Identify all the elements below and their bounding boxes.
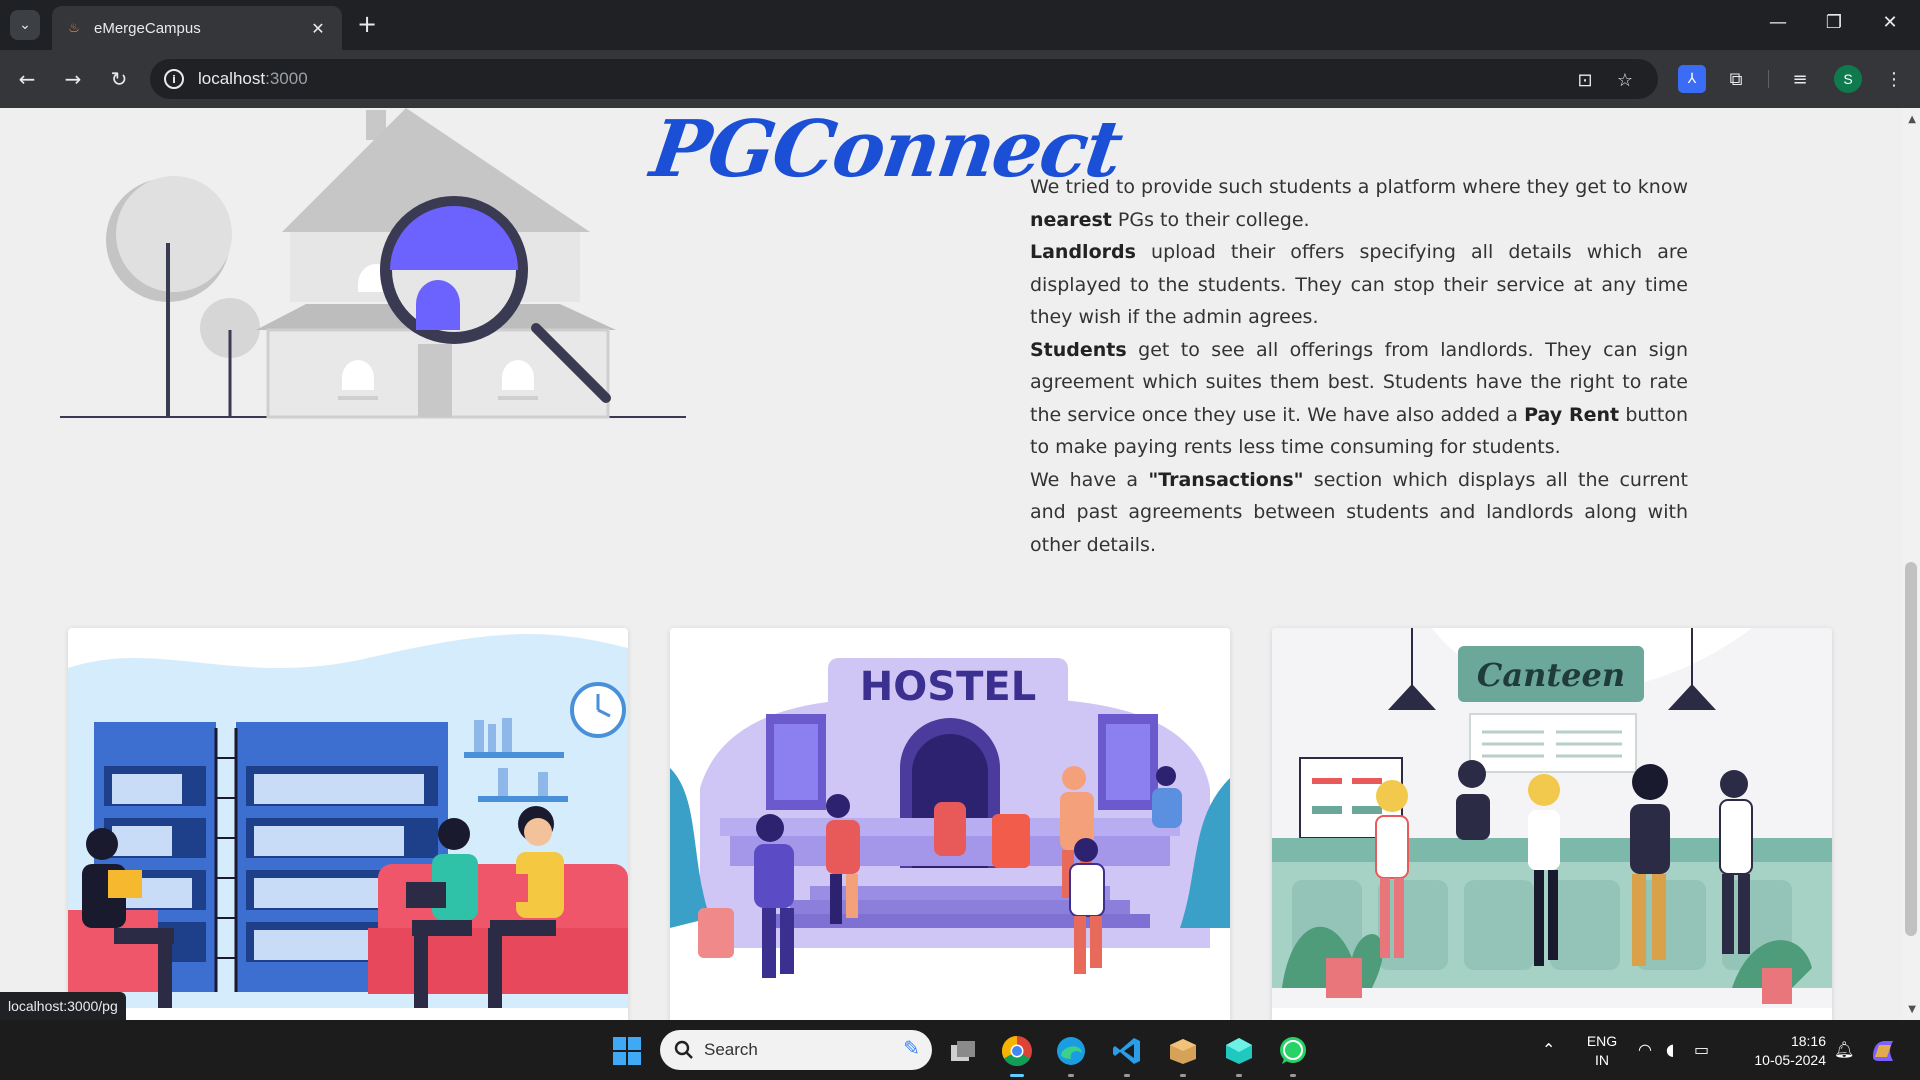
show-hidden-icons-icon[interactable]: ⌃ [1542, 1040, 1555, 1059]
about-p3-bold: Students [1030, 338, 1127, 361]
scroll-up-icon[interactable]: ▲ [1908, 114, 1916, 125]
clock-time: 18:16 [1790, 1033, 1826, 1049]
taskbar-3d-app[interactable] [1220, 1032, 1258, 1077]
scroll-thumb[interactable] [1905, 562, 1917, 936]
back-button[interactable]: ← [12, 64, 42, 94]
volume-icon[interactable]: ◖ [1666, 1040, 1674, 1059]
windows-logo-icon [613, 1037, 641, 1065]
about-p4-bold: "Transactions" [1148, 468, 1304, 491]
page-scrollbar[interactable]: ▲ ▼ [1902, 108, 1920, 1020]
running-indicator [1290, 1074, 1296, 1077]
extensions-puzzle-icon[interactable]: ⧉ [1722, 65, 1750, 93]
bookmark-star-icon[interactable]: ☆ [1614, 69, 1636, 91]
page-viewport: PGConnect We tried to provide such stude… [0, 108, 1920, 1020]
package-icon [1170, 1039, 1196, 1064]
status-url-bubble: localhost:3000/pg [0, 992, 126, 1020]
profile-avatar[interactable]: S [1834, 65, 1862, 93]
forward-button[interactable]: → [58, 64, 88, 94]
whatsapp-icon [1280, 1037, 1306, 1064]
site-info-icon[interactable]: i [164, 69, 184, 89]
about-p1-bold: nearest [1030, 208, 1112, 231]
chrome-icon [1001, 1036, 1032, 1067]
about-p1-b: PGs to their college. [1111, 208, 1310, 231]
copilot-button[interactable] [1864, 1032, 1902, 1070]
about-p2-bold: Landlords [1030, 241, 1136, 263]
tab-strip: ⌄ ♨ eMergeCampus ✕ + — ❐ ✕ [0, 0, 1920, 50]
active-indicator [1010, 1074, 1024, 1077]
running-indicator [1236, 1074, 1242, 1077]
taskbar-vscode[interactable] [1108, 1032, 1146, 1077]
vscode-icon [1113, 1038, 1140, 1064]
cube-icon [1226, 1038, 1252, 1064]
running-indicator [1180, 1074, 1186, 1077]
about-p3-bold2: Pay Rent [1524, 403, 1620, 426]
restore-button[interactable]: ❐ [1820, 12, 1848, 33]
menu-kebab-icon[interactable]: ⋮ [1880, 65, 1908, 93]
language-code: ENG [1586, 1033, 1618, 1049]
taskbar-search-box[interactable]: Search ✎ [660, 1030, 932, 1070]
taskbar-search-label: Search [704, 1040, 758, 1059]
url-port: :3000 [265, 69, 308, 88]
search-highlight-icon: ✎ [903, 1036, 920, 1060]
extension-icon[interactable]: ⅄ [1678, 65, 1706, 93]
taskbar-whatsapp[interactable] [1274, 1032, 1312, 1077]
favicon-icon: ♨ [68, 20, 80, 36]
reload-button[interactable]: ↻ [104, 64, 134, 94]
taskbar-package-app[interactable] [1164, 1032, 1202, 1077]
address-bar[interactable]: i localhost:3000 ⊡ ☆ [150, 59, 1658, 99]
canteen-sign-text: Canteen [1477, 656, 1625, 694]
about-text: We tried to provide such students a plat… [1030, 171, 1688, 561]
browser-tab[interactable]: ♨ eMergeCampus ✕ [52, 6, 342, 50]
hostel-card[interactable]: HOSTEL [670, 628, 1230, 1020]
install-app-icon[interactable]: ⊡ [1574, 69, 1596, 91]
running-indicator [1068, 1074, 1074, 1077]
media-control-icon[interactable]: ≡ [1786, 65, 1814, 93]
browser-toolbar: ← → ↻ i localhost:3000 ⊡ ☆ ⅄ ⧉ ≡ S ⋮ [0, 50, 1920, 108]
tab-title: eMergeCampus [94, 19, 201, 37]
library-card[interactable] [68, 628, 628, 1020]
edge-icon [1057, 1037, 1085, 1065]
close-window-button[interactable]: ✕ [1876, 12, 1904, 33]
search-icon [674, 1040, 693, 1059]
scroll-down-icon[interactable]: ▼ [1908, 1004, 1916, 1015]
new-tab-button[interactable]: + [354, 12, 380, 36]
about-p1-a: We tried to provide such students a plat… [1030, 176, 1688, 198]
clock[interactable]: 18:16 10-05-2024 [1730, 1032, 1826, 1070]
start-button[interactable] [608, 1032, 646, 1070]
task-view-button[interactable] [944, 1032, 982, 1070]
about-p4-a: We have a [1030, 468, 1149, 491]
url-host: localhost [198, 69, 266, 88]
hostel-illustration: HOSTEL [670, 628, 1230, 1020]
minimize-button[interactable]: — [1764, 12, 1792, 33]
toolbar-divider [1768, 70, 1769, 88]
battery-icon[interactable]: ▭ [1694, 1040, 1709, 1059]
wifi-icon[interactable]: ◠ [1638, 1040, 1652, 1059]
hostel-sign-text: HOSTEL [860, 664, 1036, 710]
taskbar-chrome[interactable] [998, 1032, 1036, 1077]
canteen-illustration: Canteen [1272, 628, 1832, 1020]
canteen-card[interactable]: Canteen [1272, 628, 1832, 1020]
running-indicator [1124, 1074, 1130, 1077]
tab-search-button[interactable]: ⌄ [10, 10, 40, 40]
windows-taskbar: Search ✎ ⌃ ENG IN ◠ ◖ ▭ 18:16 10-05-2024 [0, 1020, 1920, 1080]
task-view-icon [951, 1041, 975, 1061]
house-search-illustration [60, 108, 686, 419]
copilot-icon [1873, 1041, 1893, 1061]
tab-close-icon[interactable]: ✕ [308, 19, 328, 38]
language-region: IN [1595, 1052, 1609, 1068]
clock-date: 10-05-2024 [1754, 1052, 1826, 1068]
language-indicator[interactable]: ENG IN [1580, 1032, 1624, 1070]
library-illustration [68, 628, 628, 1020]
notification-bell-icon[interactable]: 🔔︎ [1834, 1040, 1854, 1059]
taskbar-edge[interactable] [1052, 1032, 1090, 1077]
